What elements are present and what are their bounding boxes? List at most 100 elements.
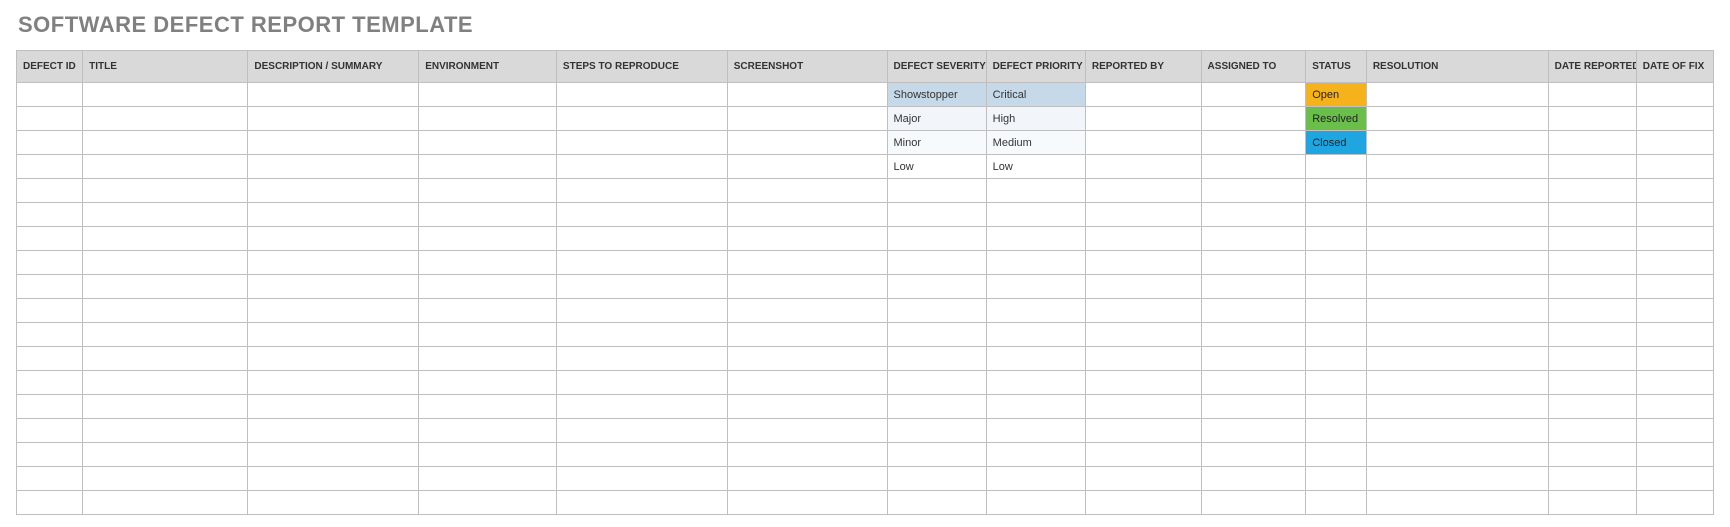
cell-description[interactable] xyxy=(248,179,419,203)
cell-description[interactable] xyxy=(248,155,419,179)
cell-steps[interactable] xyxy=(556,107,727,131)
cell-environment[interactable] xyxy=(419,467,557,491)
cell-reported_by[interactable] xyxy=(1085,131,1201,155)
cell-defect_id[interactable] xyxy=(17,395,83,419)
cell-assigned_to[interactable] xyxy=(1201,131,1306,155)
cell-priority[interactable]: Low xyxy=(986,155,1085,179)
cell-priority[interactable]: Medium xyxy=(986,131,1085,155)
cell-reported_by[interactable] xyxy=(1085,83,1201,107)
cell-date_of_fix[interactable] xyxy=(1636,131,1713,155)
cell-environment[interactable] xyxy=(419,323,557,347)
cell-date_reported[interactable] xyxy=(1548,227,1636,251)
cell-screenshot[interactable] xyxy=(727,419,887,443)
cell-reported_by[interactable] xyxy=(1085,323,1201,347)
cell-defect_id[interactable] xyxy=(17,83,83,107)
cell-status[interactable] xyxy=(1306,275,1367,299)
cell-reported_by[interactable] xyxy=(1085,491,1201,515)
cell-date_reported[interactable] xyxy=(1548,251,1636,275)
cell-defect_id[interactable] xyxy=(17,299,83,323)
cell-status[interactable] xyxy=(1306,323,1367,347)
cell-environment[interactable] xyxy=(419,395,557,419)
cell-date_reported[interactable] xyxy=(1548,131,1636,155)
cell-assigned_to[interactable] xyxy=(1201,443,1306,467)
cell-defect_id[interactable] xyxy=(17,203,83,227)
cell-reported_by[interactable] xyxy=(1085,395,1201,419)
cell-date_reported[interactable] xyxy=(1548,107,1636,131)
cell-steps[interactable] xyxy=(556,155,727,179)
cell-environment[interactable] xyxy=(419,179,557,203)
cell-status[interactable] xyxy=(1306,371,1367,395)
cell-status[interactable] xyxy=(1306,467,1367,491)
cell-resolution[interactable] xyxy=(1366,227,1548,251)
cell-screenshot[interactable] xyxy=(727,203,887,227)
cell-screenshot[interactable] xyxy=(727,347,887,371)
cell-reported_by[interactable] xyxy=(1085,419,1201,443)
cell-environment[interactable] xyxy=(419,251,557,275)
cell-description[interactable] xyxy=(248,443,419,467)
cell-screenshot[interactable] xyxy=(727,491,887,515)
cell-severity[interactable] xyxy=(887,491,986,515)
cell-resolution[interactable] xyxy=(1366,347,1548,371)
cell-environment[interactable] xyxy=(419,419,557,443)
cell-severity[interactable] xyxy=(887,299,986,323)
cell-steps[interactable] xyxy=(556,227,727,251)
cell-environment[interactable] xyxy=(419,131,557,155)
cell-description[interactable] xyxy=(248,371,419,395)
cell-steps[interactable] xyxy=(556,83,727,107)
cell-defect_id[interactable] xyxy=(17,131,83,155)
cell-severity[interactable] xyxy=(887,395,986,419)
cell-date_reported[interactable] xyxy=(1548,275,1636,299)
cell-reported_by[interactable] xyxy=(1085,467,1201,491)
cell-date_of_fix[interactable] xyxy=(1636,227,1713,251)
cell-resolution[interactable] xyxy=(1366,443,1548,467)
cell-description[interactable] xyxy=(248,347,419,371)
cell-priority[interactable] xyxy=(986,467,1085,491)
cell-date_of_fix[interactable] xyxy=(1636,203,1713,227)
cell-steps[interactable] xyxy=(556,299,727,323)
cell-date_of_fix[interactable] xyxy=(1636,83,1713,107)
cell-screenshot[interactable] xyxy=(727,323,887,347)
cell-environment[interactable] xyxy=(419,491,557,515)
cell-status[interactable] xyxy=(1306,251,1367,275)
cell-date_of_fix[interactable] xyxy=(1636,419,1713,443)
cell-title[interactable] xyxy=(83,299,248,323)
cell-title[interactable] xyxy=(83,251,248,275)
cell-environment[interactable] xyxy=(419,299,557,323)
cell-environment[interactable] xyxy=(419,83,557,107)
cell-severity[interactable] xyxy=(887,419,986,443)
cell-screenshot[interactable] xyxy=(727,155,887,179)
cell-screenshot[interactable] xyxy=(727,179,887,203)
cell-reported_by[interactable] xyxy=(1085,299,1201,323)
cell-description[interactable] xyxy=(248,203,419,227)
cell-severity[interactable] xyxy=(887,323,986,347)
cell-resolution[interactable] xyxy=(1366,131,1548,155)
cell-assigned_to[interactable] xyxy=(1201,419,1306,443)
cell-defect_id[interactable] xyxy=(17,467,83,491)
cell-severity[interactable] xyxy=(887,179,986,203)
cell-assigned_to[interactable] xyxy=(1201,107,1306,131)
cell-date_of_fix[interactable] xyxy=(1636,179,1713,203)
cell-defect_id[interactable] xyxy=(17,251,83,275)
cell-date_of_fix[interactable] xyxy=(1636,443,1713,467)
cell-date_of_fix[interactable] xyxy=(1636,155,1713,179)
cell-date_reported[interactable] xyxy=(1548,467,1636,491)
cell-priority[interactable] xyxy=(986,299,1085,323)
cell-status[interactable]: Open xyxy=(1306,83,1367,107)
cell-steps[interactable] xyxy=(556,275,727,299)
cell-date_reported[interactable] xyxy=(1548,179,1636,203)
cell-priority[interactable] xyxy=(986,395,1085,419)
cell-environment[interactable] xyxy=(419,275,557,299)
cell-title[interactable] xyxy=(83,347,248,371)
cell-date_reported[interactable] xyxy=(1548,371,1636,395)
cell-title[interactable] xyxy=(83,107,248,131)
cell-title[interactable] xyxy=(83,227,248,251)
cell-date_reported[interactable] xyxy=(1548,155,1636,179)
cell-title[interactable] xyxy=(83,443,248,467)
cell-severity[interactable] xyxy=(887,467,986,491)
cell-assigned_to[interactable] xyxy=(1201,323,1306,347)
cell-screenshot[interactable] xyxy=(727,299,887,323)
cell-assigned_to[interactable] xyxy=(1201,467,1306,491)
cell-steps[interactable] xyxy=(556,371,727,395)
cell-environment[interactable] xyxy=(419,371,557,395)
cell-resolution[interactable] xyxy=(1366,155,1548,179)
